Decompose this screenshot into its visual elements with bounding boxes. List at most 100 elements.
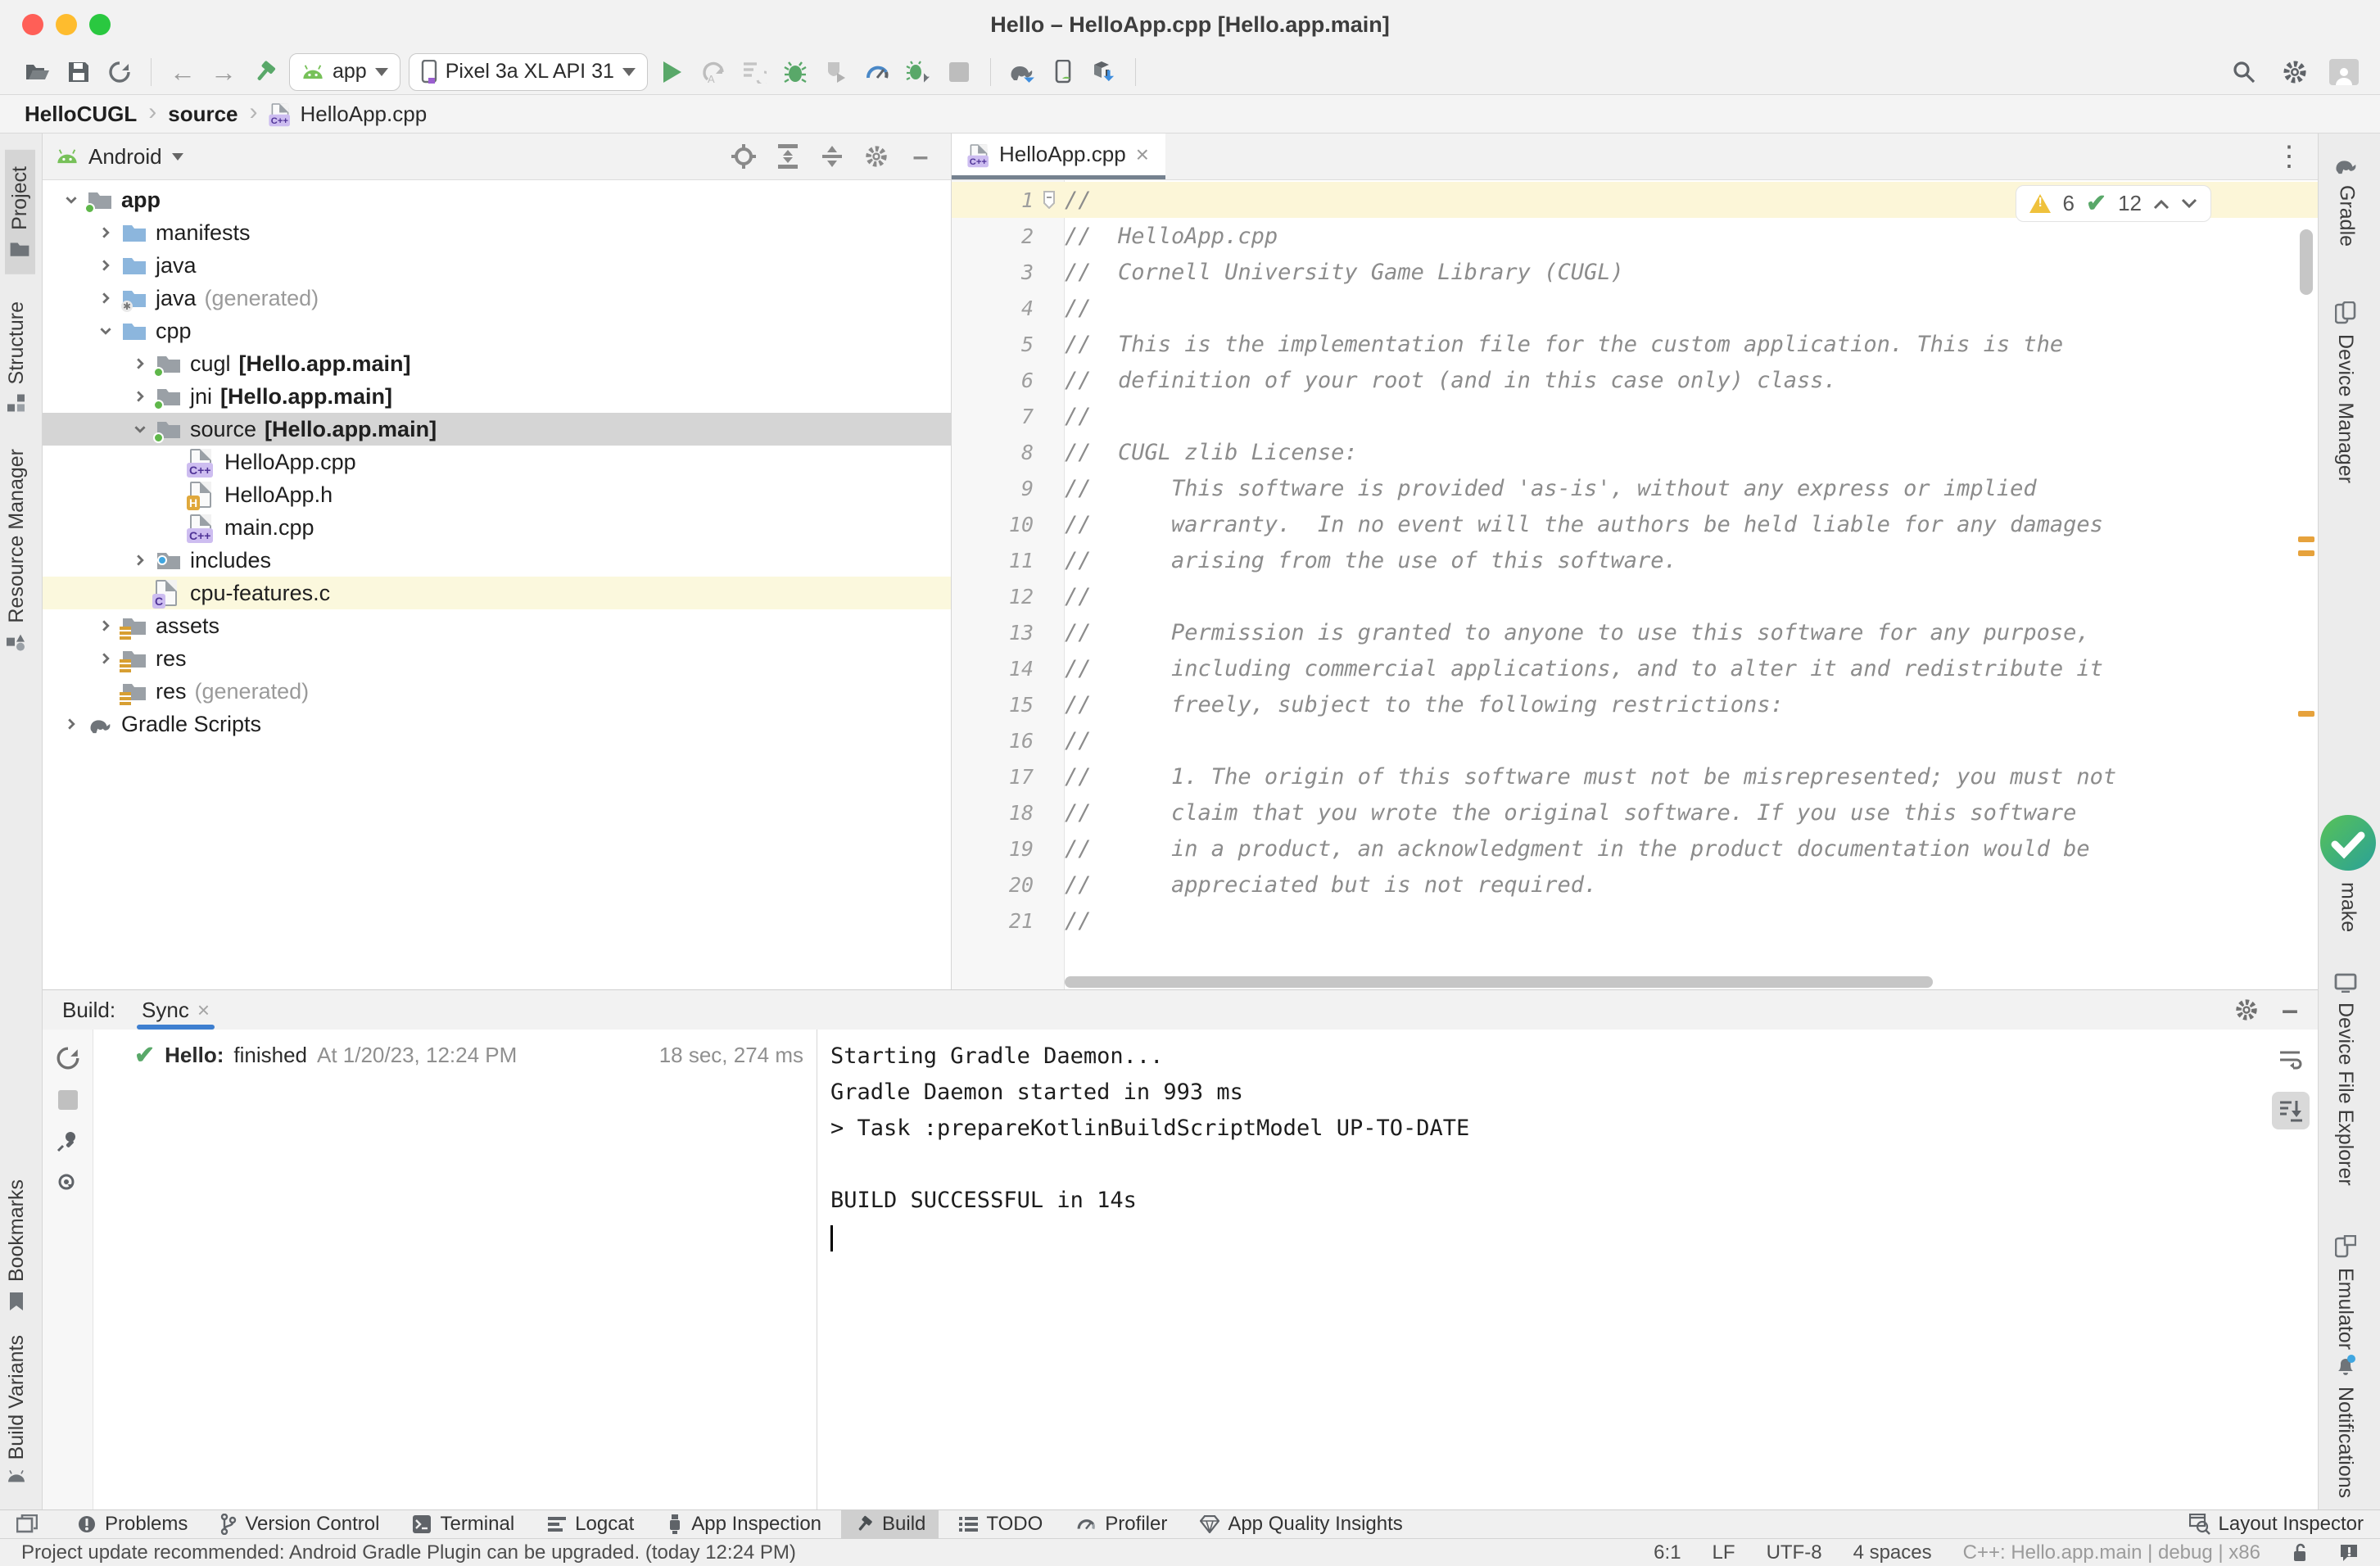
status-message[interactable]: Project update recommended: Android Grad…: [21, 1541, 796, 1564]
code-line[interactable]: 5// This is the implementation file for …: [952, 326, 2318, 362]
close-window-button[interactable]: [22, 14, 43, 35]
tree-row-main-cpp[interactable]: C++ main.cpp: [43, 511, 951, 544]
tool-button-profiler[interactable]: Profiler: [1062, 1510, 1180, 1539]
tool-window-switcher-icon[interactable]: [16, 1514, 38, 1534]
sdk-manager-icon[interactable]: [1088, 56, 1120, 88]
scroll-to-end-icon[interactable]: [2272, 1092, 2310, 1129]
gear-icon[interactable]: [859, 140, 894, 173]
tool-tab-device-manager[interactable]: Device Manager: [2333, 301, 2357, 483]
device-manager-icon[interactable]: [1047, 56, 1079, 88]
chevron-collapsed-icon[interactable]: [90, 260, 121, 271]
tool-tab-make[interactable]: make: [2319, 813, 2378, 932]
tool-tab-structure[interactable]: Structure: [5, 301, 29, 412]
tool-tab-device-file-explorer[interactable]: Device File Explorer: [2333, 973, 2357, 1186]
gear-icon[interactable]: [2234, 998, 2259, 1022]
locate-icon[interactable]: [726, 140, 761, 173]
tool-tab-resource-manager[interactable]: Resource Manager: [5, 449, 29, 651]
notification-badge-icon[interactable]: [2339, 1544, 2359, 1562]
code-line[interactable]: 19// in a product, an acknowledgment in …: [952, 831, 2318, 867]
build-tab-sync[interactable]: Sync ×: [137, 990, 215, 1030]
chevron-collapsed-icon[interactable]: [56, 718, 87, 730]
breadcrumb-file[interactable]: HelloApp.cpp: [301, 102, 428, 127]
chevron-expanded-icon[interactable]: [90, 325, 121, 337]
tool-button-app-quality-insights[interactable]: App Quality Insights: [1187, 1510, 1415, 1539]
attach-debugger-icon[interactable]: [820, 56, 853, 88]
tree-row-includes[interactable]: includes: [43, 544, 951, 577]
warning-stripe-mark[interactable]: [2298, 711, 2314, 717]
stop-icon[interactable]: [58, 1090, 78, 1110]
save-icon[interactable]: [62, 56, 95, 88]
inspections-widget[interactable]: 6 ✔ 12: [2016, 185, 2211, 222]
code-line[interactable]: 12//: [952, 578, 2318, 614]
open-icon[interactable]: [21, 56, 54, 88]
breadcrumb-folder[interactable]: source: [168, 102, 238, 127]
run-config-selector[interactable]: app: [289, 53, 400, 91]
pin-icon[interactable]: [57, 1129, 79, 1152]
profile-low-overhead-icon[interactable]: [902, 56, 934, 88]
indent-setting[interactable]: 4 spaces: [1853, 1541, 1932, 1564]
code-line[interactable]: 3// Cornell University Game Library (CUG…: [952, 254, 2318, 290]
tree-row-cpp[interactable]: cpp: [43, 315, 951, 347]
code-line[interactable]: 15// freely, subject to the following re…: [952, 686, 2318, 722]
line-ending[interactable]: LF: [1713, 1541, 1735, 1564]
tree-row-app[interactable]: app: [43, 183, 951, 216]
code-line[interactable]: 8// CUGL zlib License:: [952, 434, 2318, 470]
close-tab-icon[interactable]: ×: [197, 998, 210, 1023]
tool-button-version-control[interactable]: Version Control: [207, 1510, 392, 1539]
tool-button-build[interactable]: Build: [841, 1510, 939, 1539]
tree-row-assets[interactable]: assets: [43, 609, 951, 642]
chevron-collapsed-icon[interactable]: [90, 292, 121, 304]
code-line[interactable]: 21//: [952, 903, 2318, 939]
chevron-collapsed-icon[interactable]: [90, 227, 121, 238]
tool-tab-bookmarks[interactable]: Bookmarks: [5, 1179, 29, 1311]
tree-row-gradle-scripts[interactable]: Gradle Scripts: [43, 708, 951, 740]
chevron-expanded-icon[interactable]: [56, 194, 87, 206]
tool-tab-notifications[interactable]: Notifications: [2333, 1354, 2357, 1498]
warning-stripe-mark[interactable]: [2298, 550, 2314, 556]
fold-marker-icon[interactable]: [1034, 191, 1065, 209]
soft-wrap-icon[interactable]: [2272, 1041, 2310, 1079]
tool-tab-emulator[interactable]: Emulator: [2333, 1235, 2357, 1350]
chevron-collapsed-icon[interactable]: [90, 653, 121, 664]
scrollbar-thumb[interactable]: [2300, 229, 2313, 295]
chevron-collapsed-icon[interactable]: [124, 391, 156, 402]
code-line[interactable]: 20// appreciated but is not required.: [952, 867, 2318, 903]
hide-panel-icon[interactable]: –: [903, 140, 938, 173]
hide-panel-icon[interactable]: –: [2282, 1002, 2298, 1018]
refresh-icon[interactable]: [56, 1046, 80, 1070]
back-icon[interactable]: ←: [166, 56, 199, 88]
tree-row-manifests[interactable]: manifests: [43, 216, 951, 249]
search-icon[interactable]: [2228, 56, 2260, 88]
tree-row-res[interactable]: res: [43, 642, 951, 675]
warning-stripe-mark[interactable]: [2298, 536, 2314, 542]
tab-helloapp-cpp[interactable]: C++ HelloApp.cpp ×: [952, 134, 1165, 179]
next-problem-icon[interactable]: [2181, 198, 2197, 210]
debug-icon[interactable]: [779, 56, 812, 88]
build-result-row[interactable]: ✔ Hello: finished At 1/20/23, 12:24 PM 1…: [134, 1041, 803, 1070]
breadcrumb-project[interactable]: HelloCUGL: [25, 102, 137, 127]
editor-hscrollbar[interactable]: [1065, 976, 2285, 988]
tool-tab-gradle[interactable]: Gradle: [2333, 154, 2360, 247]
code-line[interactable]: 9// This software is provided 'as-is', w…: [952, 470, 2318, 506]
code-line[interactable]: 10// warranty. In no event will the auth…: [952, 506, 2318, 542]
minimize-window-button[interactable]: [56, 14, 77, 35]
project-view-selector[interactable]: Android: [88, 144, 162, 170]
profile-rerun-icon[interactable]: A: [697, 56, 730, 88]
code-line[interactable]: 7//: [952, 398, 2318, 434]
collapse-all-icon[interactable]: [815, 140, 849, 173]
chevron-expanded-icon[interactable]: [124, 423, 156, 435]
tool-button-logcat[interactable]: Logcat: [534, 1510, 647, 1539]
unlocked-icon[interactable]: [2292, 1543, 2308, 1563]
settings-gear-icon[interactable]: [2278, 56, 2311, 88]
tool-tab-build-variants[interactable]: Build Variants: [5, 1335, 29, 1482]
stop-icon[interactable]: [943, 56, 975, 88]
code-area[interactable]: 1 // 2// HelloApp.cpp 3// Cornell Univer…: [952, 180, 2318, 989]
code-line[interactable]: 14// including commercial applications, …: [952, 650, 2318, 686]
tree-row-java-generated[interactable]: ✱ java (generated): [43, 282, 951, 315]
sync-icon[interactable]: [103, 56, 136, 88]
tool-button-layout-inspector[interactable]: Layout Inspector: [2189, 1513, 2364, 1536]
tree-row-jni[interactable]: jni [Hello.app.main]: [43, 380, 951, 413]
tool-button-problems[interactable]: Problems: [64, 1510, 201, 1539]
code-line[interactable]: 11// arising from the use of this softwa…: [952, 542, 2318, 578]
tool-button-terminal[interactable]: Terminal: [399, 1510, 527, 1539]
